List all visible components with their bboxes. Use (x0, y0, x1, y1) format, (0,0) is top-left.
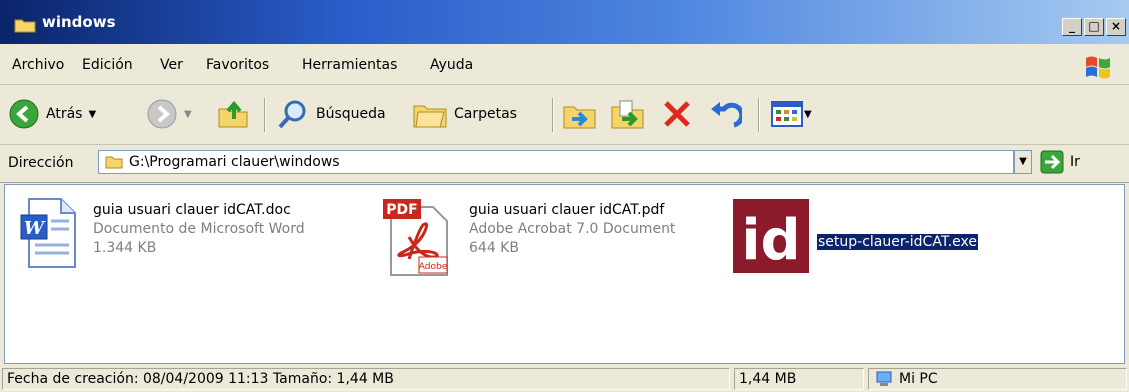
folders-button[interactable]: Carpetas (412, 96, 517, 132)
window-title: windows (42, 13, 116, 31)
pdf-icon: PDF Adobe (383, 199, 448, 276)
up-folder-button[interactable] (216, 96, 250, 132)
menu-archivo[interactable]: Archivo (12, 57, 64, 73)
status-size: 1,44 MB (734, 368, 864, 390)
file-list: W guia usuari clauer idCAT.doc Documento… (4, 184, 1125, 364)
address-field[interactable]: G:\Programari clauer\windows (98, 150, 1014, 174)
status-location-label: Mi PC (899, 371, 938, 387)
explorer-window: windows _ □ × Archivo Edición Ver Favori… (0, 0, 1129, 392)
my-computer-icon (876, 371, 892, 386)
file-item[interactable]: PDF Adobe guia usuari clauer idCAT.pdf A… (381, 197, 721, 277)
go-arrow-icon (1040, 150, 1064, 174)
copy-to-button[interactable] (610, 96, 646, 132)
file-type: Documento de Microsoft Word (93, 221, 305, 237)
up-folder-icon (218, 100, 248, 128)
file-item-selected[interactable]: id setup-clauer-idCAT.exe (731, 197, 1091, 277)
back-button[interactable]: Atrás ▼ (8, 96, 96, 132)
back-arrow-icon (9, 99, 39, 129)
title-bar[interactable]: windows _ □ × (0, 0, 1129, 44)
status-info: Fecha de creación: 08/04/2009 11:13 Tama… (2, 368, 730, 390)
menu-bar: Archivo Edición Ver Favoritos Herramient… (0, 48, 1129, 85)
search-icon (278, 100, 306, 129)
close-button[interactable]: × (1106, 18, 1126, 36)
status-bar: Fecha de creación: 08/04/2009 11:13 Tama… (0, 366, 1129, 392)
menu-favoritos[interactable]: Favoritos (206, 57, 269, 73)
file-size: 1.344 KB (93, 240, 157, 256)
svg-text:W: W (24, 218, 46, 239)
views-button[interactable]: ▼ (770, 96, 812, 132)
go-label: Ir (1070, 154, 1080, 170)
move-to-icon (563, 106, 596, 129)
idcat-icon-text: id (741, 208, 800, 273)
menu-herramientas[interactable]: Herramientas (302, 57, 397, 73)
back-dropdown-icon[interactable]: ▼ (88, 109, 96, 120)
go-button[interactable]: Ir (1040, 150, 1080, 174)
undo-icon (711, 102, 742, 128)
windows-logo-icon (1086, 56, 1110, 79)
copy-to-icon (611, 100, 644, 129)
search-button[interactable]: Búsqueda (276, 96, 386, 132)
search-label: Búsqueda (316, 106, 386, 122)
minimize-button[interactable]: _ (1062, 18, 1082, 36)
address-bar: Dirección G:\Programari clauer\windows ▼… (0, 146, 1129, 183)
toolbar: Atrás ▼ ▼ Búsqueda Carpetas ▼ (0, 86, 1129, 145)
menu-edicion[interactable]: Edición (82, 57, 133, 73)
file-size: 644 KB (469, 240, 519, 256)
menu-ver[interactable]: Ver (160, 57, 183, 73)
address-dropdown-button[interactable]: ▼ (1014, 150, 1032, 174)
file-name: guia usuari clauer idCAT.doc (93, 202, 291, 218)
word-doc-icon: W (20, 198, 76, 268)
idcat-exe-icon: id (733, 199, 809, 273)
forward-arrow-icon (147, 99, 177, 129)
file-name: setup-clauer-idCAT.exe (817, 234, 978, 250)
delete-button[interactable] (660, 96, 694, 132)
file-name: guia usuari clauer idCAT.pdf (469, 202, 665, 218)
back-label: Atrás (46, 106, 83, 122)
menu-ayuda[interactable]: Ayuda (430, 57, 473, 73)
status-location: Mi PC (868, 368, 1127, 390)
maximize-button[interactable]: □ (1084, 18, 1104, 36)
folders-label: Carpetas (454, 106, 517, 122)
forward-button[interactable]: ▼ (146, 96, 192, 132)
address-label: Dirección (8, 155, 74, 171)
views-dropdown-icon[interactable]: ▼ (804, 109, 812, 120)
forward-dropdown-icon[interactable]: ▼ (184, 109, 192, 120)
file-item[interactable]: W guia usuari clauer idCAT.doc Documento… (19, 197, 379, 277)
file-type: Adobe Acrobat 7.0 Document (469, 221, 676, 237)
pdf-icon-text: PDF (386, 202, 417, 218)
folder-icon (105, 156, 123, 169)
folder-icon (14, 19, 36, 33)
adobe-logo-text: Adobe (419, 262, 448, 272)
views-icon (771, 101, 803, 127)
address-path: G:\Programari clauer\windows (129, 154, 340, 170)
undo-button[interactable] (708, 96, 742, 132)
move-to-button[interactable] (562, 96, 598, 132)
folders-icon (413, 105, 447, 128)
delete-x-icon (664, 101, 690, 127)
